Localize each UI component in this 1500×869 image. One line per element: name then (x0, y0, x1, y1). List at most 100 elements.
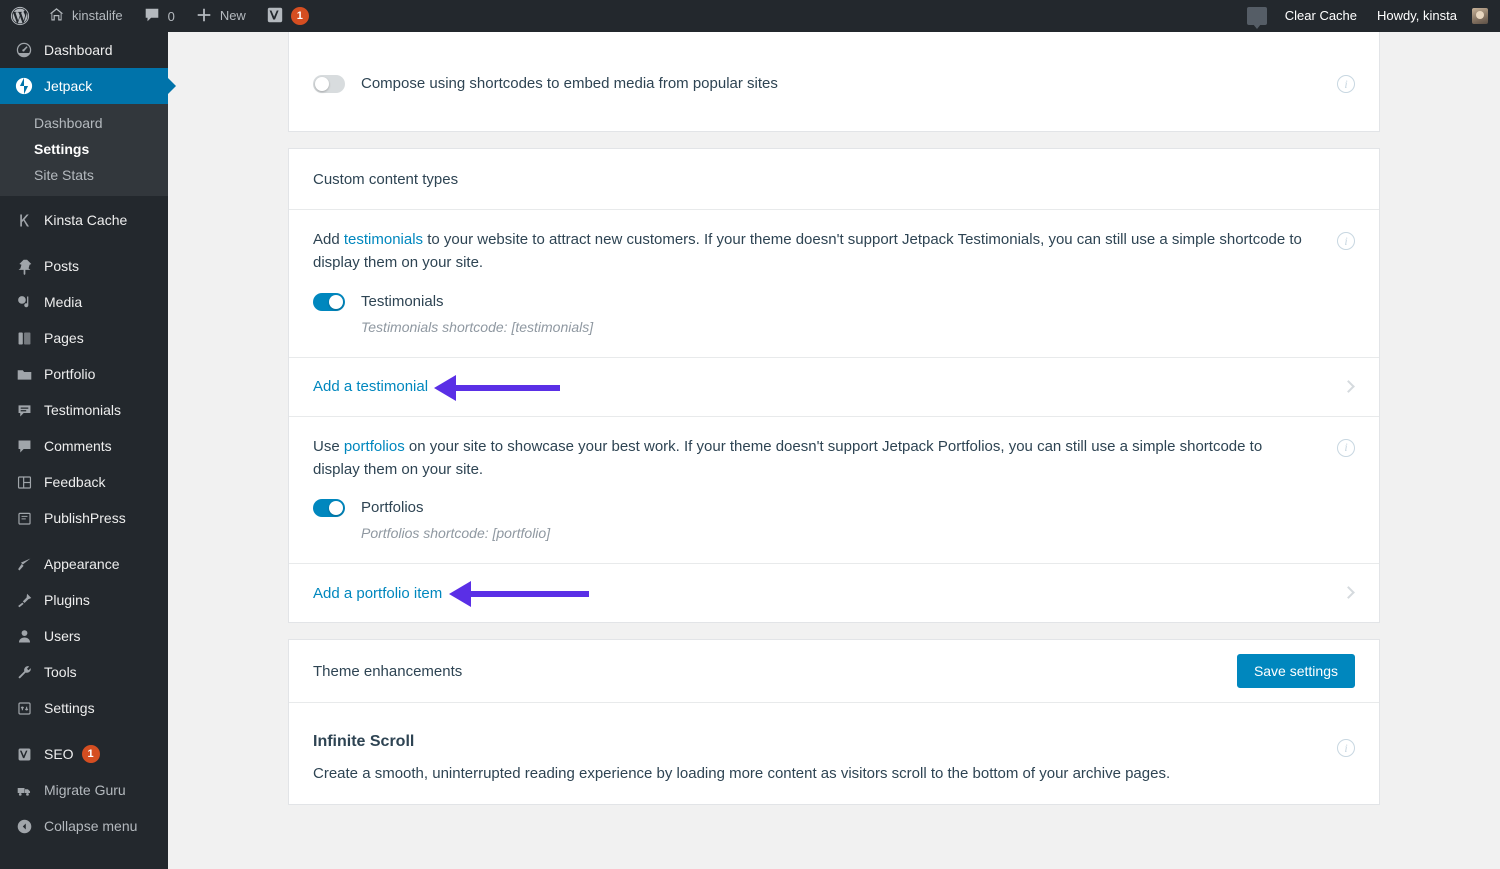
feedback-icon (14, 472, 34, 492)
info-icon[interactable]: i (1337, 739, 1355, 757)
portfolios-shortcode: Portfolios shortcode: [portfolio] (361, 525, 1319, 541)
comments-count: 0 (168, 9, 175, 24)
clear-cache-button[interactable]: Clear Cache (1275, 0, 1367, 32)
sidebar-divider (0, 238, 168, 248)
portfolios-toggle[interactable] (313, 499, 345, 517)
sidebar-item-plugins[interactable]: Plugins (0, 582, 168, 618)
site-name-menu[interactable]: kinstalife (38, 0, 133, 32)
tools-icon (14, 662, 34, 682)
card-spacer (168, 623, 1500, 639)
testimonials-icon (14, 400, 34, 420)
collapse-icon (14, 816, 34, 836)
admin-bar: kinstalife 0 New 1 Clear (0, 0, 1500, 32)
pages-icon (14, 328, 34, 348)
custom-content-types-card: Custom content types Add testimonials to… (288, 148, 1380, 623)
add-a-testimonial-row[interactable]: Add a testimonial (289, 357, 1379, 416)
comments-bubble-button[interactable]: 0 (133, 0, 185, 32)
info-icon[interactable]: i (1337, 75, 1355, 93)
testimonials-inline-link[interactable]: testimonials (344, 231, 423, 248)
sidebar-item-users[interactable]: Users (0, 618, 168, 654)
testimonials-toggle-row: Testimonials (313, 293, 1319, 311)
settings-icon (14, 698, 34, 718)
sidebar-item-label: Testimonials (44, 403, 121, 417)
seo-notification-badge: 1 (291, 7, 309, 25)
chevron-right-icon[interactable] (1342, 586, 1355, 599)
pin-icon (14, 256, 34, 276)
sidebar-item-label: PublishPress (44, 511, 126, 525)
appearance-icon (14, 554, 34, 574)
sidebar-item-seo[interactable]: SEO 1 (0, 736, 168, 772)
info-icon[interactable]: i (1337, 232, 1355, 250)
annotation-arrow-testimonial (434, 375, 564, 401)
testimonials-block: Add testimonials to your website to attr… (289, 210, 1379, 357)
testimonials-desc-after: to your website to attract new customers… (313, 231, 1302, 271)
sidebar-item-migrate-guru[interactable]: Migrate Guru (0, 772, 168, 808)
sidebar-item-dashboard[interactable]: Dashboard (0, 32, 168, 68)
custom-content-types-header: Custom content types (289, 149, 1379, 210)
testimonials-toggle[interactable] (313, 293, 345, 311)
testimonials-desc-before: Add (313, 231, 344, 248)
plus-icon (195, 6, 213, 27)
add-a-portfolio-item-row[interactable]: Add a portfolio item (289, 563, 1379, 622)
sidebar-item-testimonials[interactable]: Testimonials (0, 392, 168, 428)
sidebar-item-label: Dashboard (44, 43, 113, 57)
avatar (1472, 8, 1488, 24)
sidebar-item-kinsta-cache[interactable]: Kinsta Cache (0, 202, 168, 238)
site-name-label: kinstalife (72, 0, 123, 32)
infinite-scroll-block: Infinite Scroll i Create a smooth, unint… (289, 703, 1379, 804)
comments-icon (14, 436, 34, 456)
sidebar-item-posts[interactable]: Posts (0, 248, 168, 284)
info-icon[interactable]: i (1337, 439, 1355, 457)
sidebar-item-jetpack[interactable]: Jetpack (0, 68, 168, 104)
compose-shortcodes-toggle[interactable] (313, 75, 345, 93)
sidebar-item-collapse-menu[interactable]: Collapse menu (0, 808, 168, 844)
comment-bubble-icon (143, 6, 161, 27)
sidebar-item-label: Migrate Guru (44, 783, 126, 797)
toggle-knob (329, 501, 343, 515)
add-a-portfolio-item-link[interactable]: Add a portfolio item (313, 585, 442, 602)
chevron-right-icon[interactable] (1342, 380, 1355, 393)
kinsta-icon (14, 210, 34, 230)
sidebar-item-appearance[interactable]: Appearance (0, 546, 168, 582)
seo-update-badge: 1 (82, 745, 100, 763)
jetpack-icon (14, 76, 34, 96)
submenu-item-site-stats[interactable]: Site Stats (0, 162, 168, 188)
compose-shortcodes-label: Compose using shortcodes to embed media … (361, 75, 778, 93)
migrate-guru-icon (14, 780, 34, 800)
admin-sidebar: Dashboard Jetpack Dashboard Settings Sit… (0, 32, 168, 869)
sidebar-item-feedback[interactable]: Feedback (0, 464, 168, 500)
yoast-seo-menu[interactable]: 1 (256, 0, 319, 32)
portfolios-description: Use portfolios on your site to showcase … (313, 435, 1313, 482)
sidebar-item-media[interactable]: Media (0, 284, 168, 320)
sidebar-item-pages[interactable]: Pages (0, 320, 168, 356)
save-settings-button[interactable]: Save settings (1237, 654, 1355, 689)
sidebar-item-label: Portfolio (44, 367, 95, 381)
publishpress-icon (14, 508, 34, 528)
arrow-shaft (452, 385, 560, 391)
new-content-button[interactable]: New (185, 0, 256, 32)
wordpress-logo-button[interactable] (0, 0, 38, 32)
add-a-testimonial-link[interactable]: Add a testimonial (313, 378, 428, 395)
testimonials-shortcode: Testimonials shortcode: [testimonials] (361, 319, 1319, 335)
sidebar-item-tools[interactable]: Tools (0, 654, 168, 690)
sidebar-item-portfolio[interactable]: Portfolio (0, 356, 168, 392)
submenu-item-dashboard[interactable]: Dashboard (0, 110, 168, 136)
home-icon (48, 6, 65, 26)
sidebar-item-comments[interactable]: Comments (0, 428, 168, 464)
sidebar-item-publishpress[interactable]: PublishPress (0, 500, 168, 536)
testimonials-description: Add testimonials to your website to attr… (313, 228, 1313, 275)
sidebar-item-label: SEO (44, 747, 74, 761)
howdy-label: Howdy, kinsta (1377, 0, 1457, 32)
infinite-scroll-title: Infinite Scroll (313, 733, 1319, 751)
section-title: Theme enhancements (313, 663, 462, 680)
sidebar-item-label: Appearance (44, 557, 120, 571)
submenu-item-settings[interactable]: Settings (0, 136, 168, 162)
toggle-knob (315, 77, 329, 91)
portfolios-desc-before: Use (313, 438, 344, 455)
yoast-seo-icon (266, 6, 284, 27)
portfolios-inline-link[interactable]: portfolios (344, 438, 405, 455)
sidebar-item-settings[interactable]: Settings (0, 690, 168, 726)
sidebar-item-label: Collapse menu (44, 819, 137, 833)
my-account-menu[interactable]: Howdy, kinsta (1367, 0, 1500, 32)
kinsta-cache-menu[interactable] (1237, 0, 1275, 32)
